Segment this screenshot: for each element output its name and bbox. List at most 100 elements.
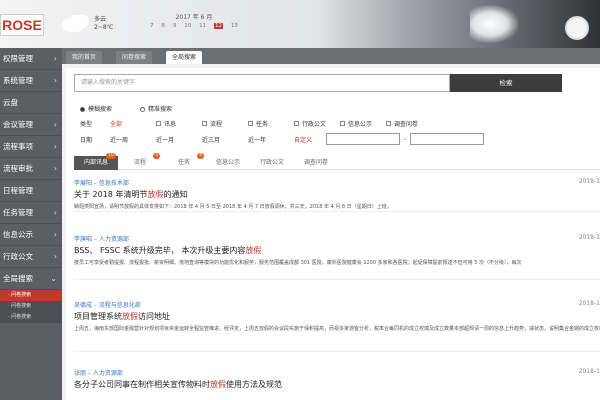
sidebar-item-global-search[interactable]: 全局搜索 ⌄ (0, 268, 62, 290)
sidebar-item-info[interactable]: 信息公示 › (0, 224, 62, 246)
sidebar-item-workflow[interactable]: 流程事项 › (0, 136, 62, 158)
type-option-survey[interactable]: 调查问卷 (386, 119, 432, 128)
title-text: BSS、 FSSC 系统升级完毕， 本次升级主要内容 (74, 246, 246, 255)
result-tab-label: 内部讯息 (83, 159, 108, 166)
tab-global-search[interactable]: 全局搜索 (166, 51, 203, 64)
date-option-year[interactable]: 近一年 (248, 135, 294, 144)
radio-exact-search[interactable]: 精准搜索 (139, 104, 172, 113)
result-title[interactable]: 各分子公司同事在制作相关宣传物料时放假使用方法及规范 (74, 379, 600, 390)
result-tab-messages[interactable]: 内部讯息 10 (74, 153, 118, 170)
type-option-task[interactable]: 任务 (248, 119, 294, 128)
search-result-item[interactable]: 吴德成 – 流程与信息化部 2018-1 项目管理系统放假访问地址 上周五，海南… (74, 300, 600, 352)
calendar-day[interactable]: 9 (173, 23, 177, 29)
sidebar-item-label: 云盘 (3, 98, 18, 107)
calendar-day[interactable]: 11 (199, 23, 206, 29)
sidebar-item-approval[interactable]: 流程审批 › (0, 158, 62, 180)
result-date: 2018-1 (578, 234, 600, 241)
sidebar-item-cloud-disk[interactable]: 云盘 (0, 92, 62, 114)
result-source[interactable]: 李旗昭 – 人力资源部 (74, 234, 600, 243)
result-source[interactable]: 吴德成 – 流程与信息化部 (74, 300, 600, 309)
main-content: 请输入搜索的关键字 检索 模糊搜索 精准搜索 类型 全部 讯息 流程 任务 行政… (62, 64, 600, 400)
sidebar-item-permission[interactable]: 权限管理 › (0, 48, 62, 70)
result-tab-process[interactable]: 流程 3 (118, 153, 162, 170)
calendar-title: 2017 年 6 月 (175, 14, 213, 21)
cloud-icon (62, 18, 84, 32)
result-source[interactable]: 张丽 – 人力资源部 (74, 368, 600, 377)
type-option-all[interactable]: 全部 (110, 119, 156, 128)
checkbox-icon (248, 121, 253, 126)
result-title[interactable]: 项目管理系统放假访问地址 (74, 311, 600, 322)
title-highlight: 放假 (210, 380, 226, 389)
title-text: 的通知 (163, 190, 188, 199)
sidebar-item-label: 任务管理 (3, 208, 33, 217)
type-option-info[interactable]: 信息公示 (340, 119, 386, 128)
type-option-process[interactable]: 流程 (202, 119, 248, 128)
date-end-input[interactable] (410, 133, 485, 145)
result-tab-survey[interactable]: 调查问卷 (294, 156, 338, 170)
chevron-right-icon: › (53, 142, 57, 151)
search-input[interactable]: 请输入搜索的关键字 (74, 74, 450, 92)
option-label: 调查问卷 (394, 121, 419, 128)
result-tab-task[interactable]: 任务 4 (162, 153, 206, 170)
date-option-month[interactable]: 近一月 (156, 135, 202, 144)
weather-condition: 多云 (94, 16, 107, 23)
header-banner-image (320, 0, 600, 48)
date-start-input[interactable] (326, 133, 400, 145)
tab-survey-search[interactable]: 问卷搜索 (116, 51, 153, 64)
checkbox-icon (386, 121, 391, 126)
result-tab-document[interactable]: 行政公文 (250, 156, 294, 170)
calendar-day[interactable]: 13 (231, 23, 238, 29)
sidebar-item-task[interactable]: 任务管理 › (0, 202, 62, 224)
sidebar-item-label: 日程管理 (3, 186, 33, 195)
radio-unchecked-icon (139, 107, 145, 112)
user-avatar[interactable] (565, 16, 589, 40)
phone-decoration (470, 4, 520, 44)
search-result-item[interactable]: 李旗昭 – 人力资源部 2018-1 BSS、 FSSC 系统升级完毕， 本次升… (74, 234, 600, 280)
sidebar-item-system[interactable]: 系统管理 › (0, 70, 62, 92)
title-text: 各分子公司同事在制作相关宣传物料时 (74, 380, 210, 389)
sidebar-subitem[interactable]: · 问卷搜索 (0, 301, 62, 312)
date-option-custom[interactable]: 自定义 (294, 135, 322, 144)
option-label: 流程 (210, 121, 223, 128)
weather-widget: 多云 2~8℃ (60, 14, 130, 42)
chevron-right-icon: › (53, 120, 57, 129)
search-result-item[interactable]: 张丽 – 人力资源部 2018-1 各分子公司同事在制作相关宣传物料时放假使用方… (74, 368, 600, 394)
sidebar-item-label: 流程审批 (3, 164, 33, 173)
count-badge: 10 (106, 153, 116, 159)
sidebar-item-label: 会议管理 (3, 120, 33, 129)
result-title[interactable]: BSS、 FSSC 系统升级完毕， 本次升级主要内容放假 (74, 245, 600, 256)
sidebar-subitem[interactable]: · 问卷搜索 (0, 312, 62, 323)
radio-checked-icon (80, 107, 85, 112)
result-date: 2018-1 (578, 368, 600, 375)
result-snippet: 鳞翅类阳宣扬，请明节放假的具体安排如下：2018 年 4 月 5 日至 2018… (74, 204, 392, 210)
sidebar-subitem-active[interactable]: · 问卷搜索 (0, 290, 62, 301)
date-option-3months[interactable]: 近三月 (202, 135, 248, 144)
type-option-message[interactable]: 讯息 (156, 119, 202, 128)
result-tabs: 内部讯息 10 流程 3 任务 4 信息公示 行政公文 调查问卷 (74, 153, 600, 170)
checkbox-icon (156, 121, 161, 126)
option-label: 讯息 (164, 121, 177, 128)
search-panel: 请输入搜索的关键字 检索 模糊搜索 精准搜索 类型 全部 讯息 流程 任务 行政… (66, 68, 600, 400)
search-result-item[interactable]: 李展阳 – 信息技术部 2018-1 关于 2018 年清明节放假的通知 鳞翅类… (74, 178, 600, 212)
result-source[interactable]: 李展阳 – 信息技术部 (74, 178, 600, 187)
date-option-week[interactable]: 近一周 (110, 135, 156, 144)
result-tab-info[interactable]: 信息公示 (206, 156, 250, 170)
calendar-day[interactable]: 8 (161, 23, 165, 29)
result-title[interactable]: 关于 2018 年清明节放假的通知 (74, 189, 600, 200)
sidebar-item-document[interactable]: 行政公文 › (0, 246, 62, 268)
sidebar-item-label: 权限管理 (3, 54, 33, 63)
radio-fuzzy-search[interactable]: 模糊搜索 (80, 104, 112, 113)
type-option-document[interactable]: 行政公文 (294, 119, 340, 128)
calendar-day-today[interactable]: 12 (214, 23, 224, 29)
sidebar-item-meeting[interactable]: 会议管理 › (0, 114, 62, 136)
tab-home[interactable]: 我的首页 (66, 51, 103, 64)
chevron-down-icon: ⌄ (50, 274, 57, 283)
sidebar-item-label: 全局搜索 (3, 274, 33, 283)
calendar-day[interactable]: 10 (184, 23, 191, 29)
result-snippet: 按员工可享受考勤提报、流程报批、薪资明细、落地查询等模块的功能优化和服务，服务范… (74, 260, 522, 266)
sidebar-item-schedule[interactable]: 日程管理 (0, 180, 62, 202)
search-button[interactable]: 检索 (450, 74, 562, 92)
calendar-day[interactable]: 7 (150, 23, 154, 29)
tab-bar: 我的首页 问卷搜索 全局搜索 (62, 48, 600, 64)
company-logo[interactable]: ROSE (0, 14, 44, 36)
